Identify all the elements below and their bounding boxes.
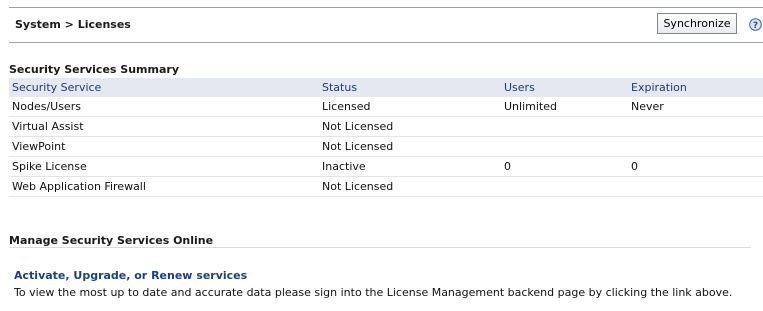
security-services-table: Security Service Status Users Expiration… xyxy=(9,78,763,197)
service-name-cell: Spike License xyxy=(9,156,319,177)
column-header-status: Status xyxy=(319,78,501,97)
section-divider xyxy=(9,247,751,248)
expiration-cell: Never xyxy=(628,97,763,117)
service-name-cell: Nodes/Users xyxy=(9,97,319,117)
table-row: Web Application Firewall Not Licensed xyxy=(9,176,763,197)
expiration-cell xyxy=(628,176,763,197)
users-cell: Unlimited xyxy=(501,97,628,117)
expiration-cell: 0 xyxy=(628,156,763,177)
activate-upgrade-renew-link[interactable]: Activate, Upgrade, or Renew services xyxy=(14,269,247,282)
table-header-row: Security Service Status Users Expiration xyxy=(9,78,763,97)
svg-text:?: ? xyxy=(753,21,758,31)
table-row: Virtual Assist Not Licensed xyxy=(9,116,763,137)
status-cell: Not Licensed xyxy=(319,176,501,197)
expiration-cell xyxy=(628,136,763,157)
users-cell xyxy=(501,116,628,137)
page-header: System > Licenses Synchronize ? xyxy=(9,7,763,43)
users-cell xyxy=(501,176,628,197)
table-row: Spike License Inactive 0 0 xyxy=(9,156,763,177)
help-icon[interactable]: ? xyxy=(749,18,762,31)
manage-section-title: Manage Security Services Online xyxy=(9,234,214,247)
column-header-users: Users xyxy=(501,78,628,97)
breadcrumb: System > Licenses xyxy=(15,18,131,31)
link-period: . xyxy=(223,269,227,282)
info-text: To view the most up to date and accurate… xyxy=(14,286,733,299)
service-name-cell: Web Application Firewall xyxy=(9,176,319,197)
service-name-cell: ViewPoint xyxy=(9,136,319,157)
column-header-service: Security Service xyxy=(9,78,319,97)
users-cell xyxy=(501,136,628,157)
summary-section-title: Security Services Summary xyxy=(9,63,179,76)
status-cell: Not Licensed xyxy=(319,136,501,157)
service-name-cell: Virtual Assist xyxy=(9,116,319,137)
table-row: ViewPoint Not Licensed xyxy=(9,136,763,157)
expiration-cell xyxy=(628,116,763,137)
users-cell: 0 xyxy=(501,156,628,177)
table-row: Nodes/Users Licensed Unlimited Never xyxy=(9,97,763,117)
column-header-expiration: Expiration xyxy=(628,78,763,97)
status-cell: Not Licensed xyxy=(319,116,501,137)
synchronize-button[interactable]: Synchronize xyxy=(657,13,737,34)
status-cell: Licensed xyxy=(319,97,501,117)
status-cell: Inactive xyxy=(319,156,501,177)
